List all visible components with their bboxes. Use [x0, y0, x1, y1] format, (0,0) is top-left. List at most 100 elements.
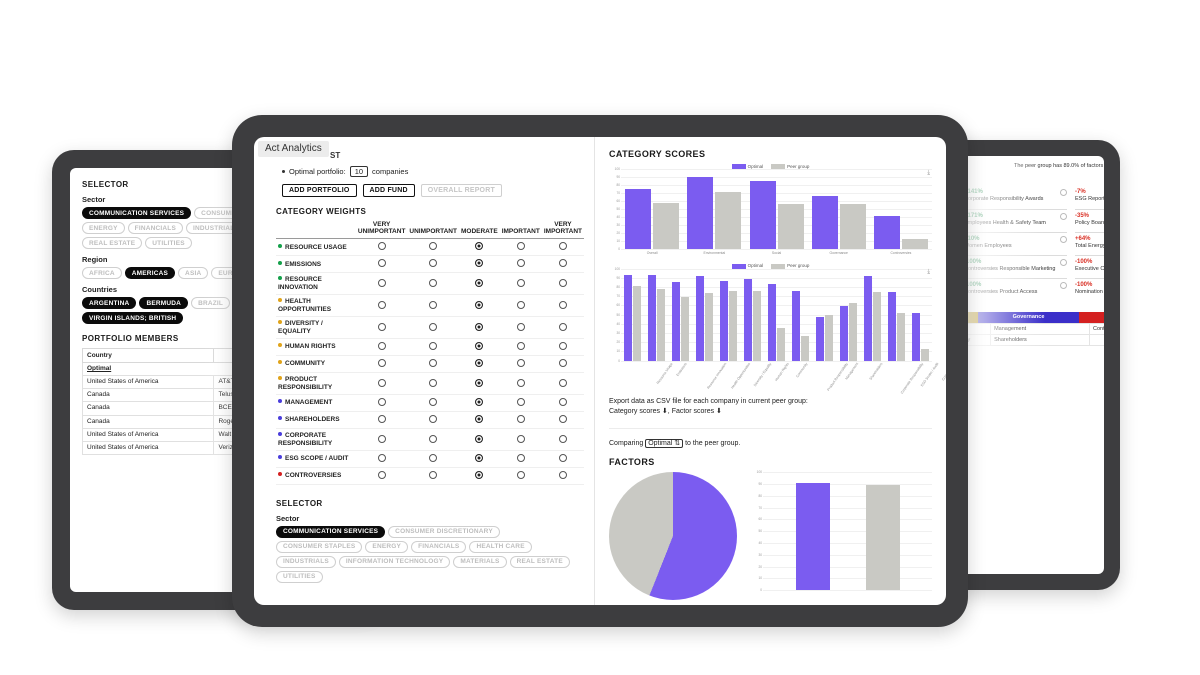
cw-radio-r11-c2[interactable] — [458, 450, 500, 468]
cw-radio-r5-c0[interactable] — [355, 338, 408, 357]
cw-radio-r5-c3[interactable] — [499, 338, 542, 357]
right-tabs[interactable]: Governance Controversies — [962, 311, 1104, 323]
mid-sector-pill-3[interactable]: ENERGY — [365, 540, 409, 553]
cw-radio-r7-c0[interactable] — [355, 372, 408, 396]
mid-sector-pill-9[interactable]: REAL ESTATE — [509, 555, 570, 568]
left-sector-pill-0[interactable]: COMMUNICATION SERVICES — [82, 207, 192, 219]
cw-radio-r0-c1[interactable] — [407, 238, 459, 257]
cw-radio-r12-c2[interactable] — [458, 467, 500, 485]
mid-sector-pill-5[interactable]: HEALTH CARE — [469, 540, 532, 553]
left-sector-pill-4[interactable]: FINANCIALS — [127, 222, 184, 234]
category-scores-link[interactable]: Category scores — [609, 408, 660, 415]
mid-sector-pill-1[interactable]: CONSUMER DISCRETIONARY — [388, 525, 500, 538]
cw-radio-r9-c2[interactable] — [458, 411, 500, 430]
cw-radio-r11-c1[interactable] — [407, 450, 459, 468]
cw-radio-r0-c2[interactable] — [458, 238, 500, 257]
info-icon[interactable] — [1060, 212, 1067, 220]
cw-radio-r2-c0[interactable] — [355, 272, 408, 296]
download-icon-2[interactable]: ⤓ — [927, 269, 930, 275]
cw-radio-r3-c1[interactable] — [407, 294, 459, 318]
comparing-select[interactable]: Optimal ⇅ — [645, 438, 684, 448]
info-icon[interactable] — [1060, 259, 1067, 266]
cw-radio-r1-c3[interactable] — [499, 255, 542, 274]
cw-radio-r5-c1[interactable] — [407, 338, 459, 357]
cw-radio-r0-c0[interactable] — [355, 238, 408, 257]
cw-radio-r3-c0[interactable] — [355, 294, 408, 318]
cw-radio-r7-c1[interactable] — [407, 372, 459, 396]
info-icon[interactable] — [1060, 235, 1067, 243]
left-country-pill-6[interactable]: VIRGIN ISLANDS; BRITISH — [82, 312, 184, 324]
cw-radio-r9-c1[interactable] — [407, 411, 459, 430]
cw-radio-r4-c2[interactable] — [458, 316, 500, 340]
cw-radio-r2-c2[interactable] — [458, 272, 500, 296]
cw-radio-r2-c1[interactable] — [407, 272, 459, 296]
cw-radio-r7-c3[interactable] — [499, 372, 542, 396]
cw-radio-r2-c3[interactable] — [499, 272, 542, 296]
cw-radio-r12-c4[interactable] — [541, 467, 584, 485]
left-sector-pill-3[interactable]: ENERGY — [82, 222, 125, 234]
cw-radio-r6-c2[interactable] — [458, 355, 500, 374]
left-country-pill-0[interactable]: ARGENTINA — [82, 297, 137, 309]
overall-report-button[interactable]: OVERALL REPORT — [420, 184, 502, 197]
cw-radio-r0-c3[interactable] — [499, 238, 542, 257]
cw-radio-r12-c0[interactable] — [355, 467, 408, 485]
cw-radio-r6-c1[interactable] — [407, 355, 459, 374]
cw-radio-r10-c0[interactable] — [355, 428, 408, 451]
cw-radio-r9-c4[interactable] — [541, 411, 584, 430]
cw-radio-r1-c1[interactable] — [407, 255, 459, 274]
mid-sector-pill-6[interactable]: INDUSTRIALS — [276, 555, 336, 568]
cw-radio-r10-c2[interactable] — [458, 428, 500, 451]
cw-radio-r8-c2[interactable] — [458, 394, 500, 413]
left-country-pill-1[interactable]: BERMUDA — [139, 297, 189, 309]
cw-radio-r8-c0[interactable] — [355, 394, 408, 413]
cw-radio-r8-c3[interactable] — [499, 394, 542, 413]
cw-radio-r6-c0[interactable] — [355, 355, 408, 374]
cw-radio-r3-c3[interactable] — [499, 294, 542, 318]
cw-radio-r0-c4[interactable] — [541, 238, 584, 257]
left-sector-pill-7[interactable]: REAL ESTATE — [82, 237, 143, 249]
cw-radio-r9-c0[interactable] — [355, 411, 408, 430]
left-country-pill-2[interactable]: BRAZIL — [191, 297, 231, 309]
cw-radio-r2-c4[interactable] — [541, 272, 584, 296]
mid-sector-pill-2[interactable]: CONSUMER STAPLES — [276, 540, 363, 553]
cw-radio-r11-c3[interactable] — [499, 450, 542, 468]
cw-radio-r1-c4[interactable] — [541, 255, 584, 274]
mid-sector-pill-7[interactable]: INFORMATION TECHNOLOGY — [338, 555, 451, 568]
cw-radio-r8-c1[interactable] — [407, 394, 459, 413]
mid-sector-pill-0[interactable]: COMMUNICATION SERVICES — [276, 525, 386, 538]
cw-radio-r11-c4[interactable] — [541, 450, 584, 468]
cw-radio-r3-c4[interactable] — [541, 294, 584, 318]
mid-sector-pill-4[interactable]: FINANCIALS — [411, 540, 467, 553]
left-sector-pill-8[interactable]: UTILITIES — [145, 237, 192, 249]
cw-radio-r4-c3[interactable] — [499, 316, 542, 340]
cw-radio-r10-c3[interactable] — [499, 428, 542, 451]
cw-radio-r1-c0[interactable] — [355, 255, 408, 274]
cw-radio-r10-c4[interactable] — [541, 428, 584, 451]
cw-radio-r4-c0[interactable] — [355, 316, 408, 340]
add-fund-button[interactable]: ADD FUND — [362, 184, 415, 197]
tab-governance[interactable]: Governance — [978, 311, 1079, 323]
cw-radio-r9-c3[interactable] — [499, 411, 542, 430]
left-region-pill-2[interactable]: ASIA — [178, 267, 209, 279]
mid-sector-pill-10[interactable]: UTILITIES — [276, 570, 323, 583]
cw-radio-r5-c2[interactable] — [458, 338, 500, 357]
left-region-pill-1[interactable]: AMERICAS — [124, 267, 176, 279]
cw-radio-r4-c1[interactable] — [407, 316, 459, 340]
mid-sector-pill-8[interactable]: MATERIALS — [453, 555, 507, 568]
cw-radio-r12-c3[interactable] — [499, 467, 542, 485]
cw-radio-r12-c1[interactable] — [407, 467, 459, 485]
add-portfolio-button[interactable]: ADD PORTFOLIO — [282, 184, 357, 197]
cw-radio-r5-c4[interactable] — [541, 338, 584, 357]
cw-radio-r6-c3[interactable] — [499, 355, 542, 374]
cw-radio-r7-c4[interactable] — [541, 372, 584, 396]
cw-radio-r10-c1[interactable] — [407, 428, 459, 451]
mid-sector-pills[interactable]: COMMUNICATION SERVICES CONSUMER DISCRETIO… — [276, 525, 584, 583]
cw-radio-r6-c4[interactable] — [541, 355, 584, 374]
cw-radio-r3-c2[interactable] — [458, 294, 500, 318]
companies-count-input[interactable]: 10 — [349, 166, 369, 177]
factor-scores-link[interactable]: Factor scores — [672, 408, 714, 415]
cw-radio-r7-c2[interactable] — [458, 372, 500, 396]
download-arrow-1[interactable]: ⬇ — [662, 408, 668, 415]
tab-controversies[interactable]: Controversies — [1079, 311, 1104, 323]
cw-radio-r1-c2[interactable] — [458, 255, 500, 274]
